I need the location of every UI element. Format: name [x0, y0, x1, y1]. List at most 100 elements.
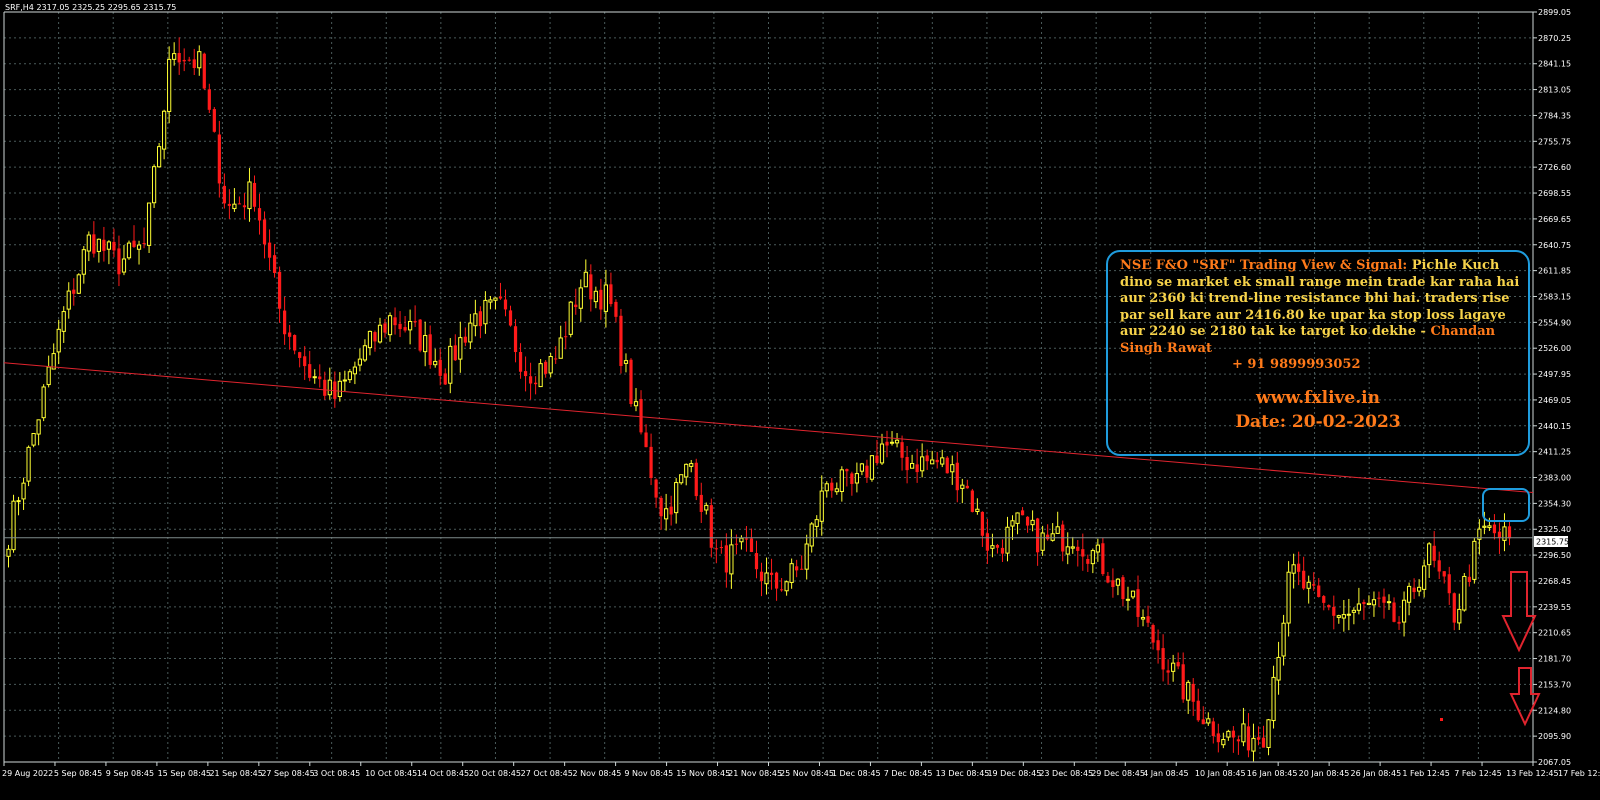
price-tick-label: 2755.75	[1538, 137, 1571, 146]
candle-body-bull	[1130, 590, 1136, 598]
signal-phone: + 91 9899993052	[1232, 357, 1361, 372]
candle-body-bear	[293, 335, 297, 351]
candle-body-bear	[724, 545, 728, 573]
candle-body-bull	[1266, 719, 1271, 748]
candle-body-bear	[1106, 575, 1110, 583]
candle-body-bull	[1115, 578, 1121, 586]
candle-body-bull	[809, 523, 814, 547]
candle-body-bull	[448, 345, 453, 384]
candle-body-bear	[769, 572, 774, 575]
candle-body-bull	[26, 446, 31, 482]
candle-body-bear	[277, 271, 282, 309]
candle-body-bear	[528, 376, 533, 384]
candle-body-bear	[1151, 624, 1155, 643]
candle-body-bear	[1432, 545, 1436, 561]
candle-body-bear	[373, 332, 377, 342]
candle-body-bear	[72, 289, 76, 294]
candle-body-bear	[102, 239, 106, 251]
candle-body-bull	[1095, 544, 1100, 553]
candle-body-bull	[834, 488, 839, 493]
price-tick-label: 2325.40	[1538, 525, 1571, 534]
current-price-label: 2315.75	[1536, 538, 1569, 547]
price-tick-label: 2210.65	[1538, 629, 1571, 638]
symbol-ohlc-label: SRF,H4 2317.05 2325.25 2295.65 2315.75	[5, 3, 176, 12]
candle-body-bear	[503, 299, 508, 310]
price-tick-label: 2383.00	[1538, 474, 1571, 483]
candle-body-bear	[885, 441, 889, 446]
candle-body-bear	[1176, 662, 1180, 667]
price-tick-label: 2899.05	[1538, 8, 1571, 17]
candle-body-bull	[247, 181, 252, 210]
candle-body-bull	[1171, 662, 1176, 672]
candle-body-bull	[468, 322, 473, 343]
candle-body-bull	[1291, 564, 1296, 574]
candle-body-bull	[1140, 617, 1146, 620]
candle-body-bull	[1406, 585, 1412, 603]
candle-body-bear	[875, 455, 879, 464]
candle-body-bull	[1125, 598, 1131, 601]
candle-body-bull	[81, 249, 86, 275]
candle-body-bear	[418, 319, 422, 351]
candle-body-bear	[574, 304, 578, 308]
candle-body-bear	[564, 336, 568, 338]
time-tick-label: 16 Jan 08:45	[1247, 769, 1298, 778]
candle-body-bear	[1101, 543, 1105, 575]
candle-body-bear	[1136, 589, 1140, 617]
price-tick-label: 2554.90	[1538, 318, 1571, 327]
symbol-name: SRF,H4	[5, 3, 34, 12]
candle-body-bull	[352, 366, 357, 375]
candle-body-bear	[227, 203, 231, 206]
time-tick-label: 29 Dec 08:45	[1091, 769, 1145, 778]
candle-body-bear	[1256, 737, 1261, 740]
candle-body-bear	[554, 358, 558, 360]
price-tick-label: 2296.50	[1538, 551, 1571, 560]
candle-body-bear	[333, 381, 337, 399]
time-tick-label: 10 Oct 08:45	[365, 769, 417, 778]
candle-body-bull	[1346, 613, 1351, 616]
candle-body-bear	[649, 446, 653, 479]
candle-body-bear	[744, 538, 749, 540]
candle-body-bear	[644, 432, 648, 448]
candle-body-bull	[197, 51, 202, 69]
time-tick-label: 29 Aug 2022	[2, 769, 53, 778]
candle-body-bull	[151, 166, 157, 204]
candle-body-bull	[593, 290, 598, 303]
candle-body-bull	[568, 301, 573, 335]
price-tick-label: 2095.90	[1538, 732, 1571, 741]
candle-body-bull	[1422, 565, 1427, 590]
candle-body-bear	[242, 205, 247, 208]
candle-body-bull	[975, 508, 980, 512]
price-tick-label: 2440.15	[1538, 422, 1571, 431]
candle-body-bull	[804, 543, 809, 570]
candle-body-bull	[86, 234, 91, 252]
candle-body-bull	[889, 441, 895, 444]
time-tick-label: 1 Dec 08:45	[832, 769, 881, 778]
candle-body-bear	[699, 494, 703, 512]
price-tick-label: 2870.25	[1538, 34, 1571, 43]
time-tick-label: 20 Jan 08:45	[1299, 769, 1350, 778]
candle-body-bear	[92, 234, 96, 254]
current-price-tag: 2315.75	[1534, 536, 1569, 547]
candle-body-bull	[342, 379, 347, 382]
price-tick-label: 2813.05	[1538, 86, 1571, 95]
price-tick-label: 2784.35	[1538, 111, 1571, 120]
candle-body-bear	[1317, 585, 1321, 597]
candle-body-bear	[734, 543, 739, 545]
candle-body-bull	[1472, 540, 1477, 580]
candle-body-bear	[1507, 526, 1512, 539]
candle-body-bull	[684, 463, 689, 478]
price-tick-label: 2411.25	[1538, 448, 1571, 457]
candle-body-bear	[800, 568, 804, 570]
website-label: www.fxlive.in	[1256, 388, 1380, 408]
candle-body-bull	[337, 380, 342, 398]
candle-body-bear	[905, 457, 909, 471]
candle-body-bear	[523, 371, 528, 377]
candle-body-bear	[1216, 733, 1220, 743]
time-tick-label: 15 Sep 08:45	[158, 769, 211, 778]
candle-body-bull	[76, 274, 81, 294]
time-tick-label: 27 Oct 08:45	[521, 769, 573, 778]
candle-body-bull	[167, 58, 172, 112]
candle-body-bull	[327, 379, 332, 396]
candle-body-bull	[814, 519, 819, 527]
candle-body-bull	[1221, 739, 1226, 746]
